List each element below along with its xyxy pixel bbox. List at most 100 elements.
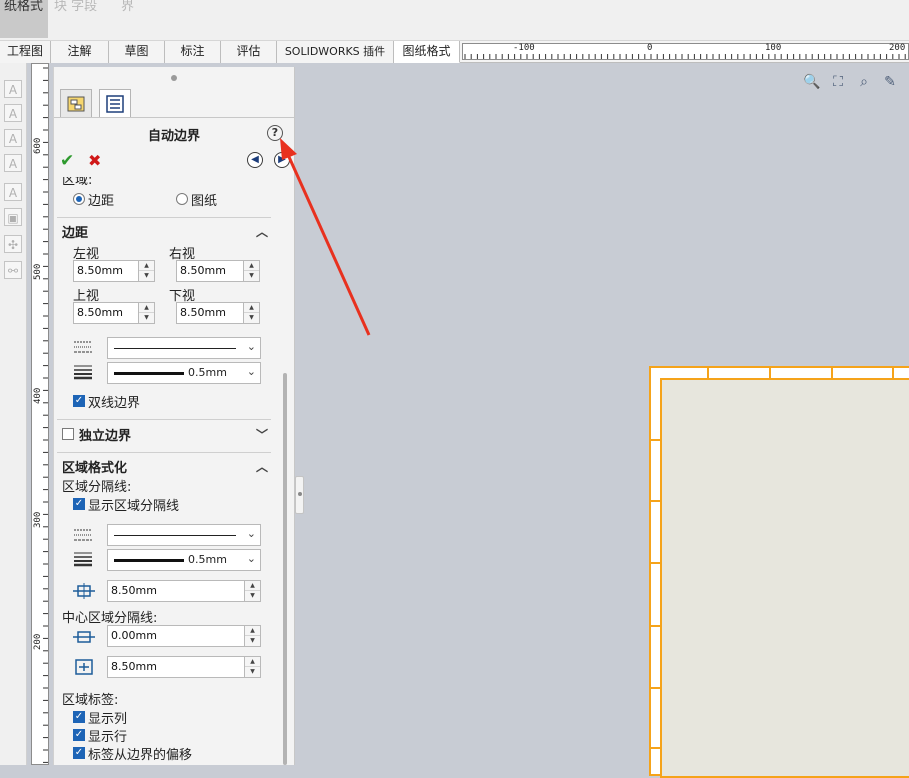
property-manager-panel: 自动边界 ? ✔ ✖ ◀ ▶ 区域: 边距 图纸 边距 ︿ 左视 右视 8.50… — [53, 67, 295, 765]
spin-buttons[interactable]: ▲ ▼ — [138, 261, 154, 281]
show-dividers-checkbox[interactable]: ✓ — [73, 498, 85, 510]
line-weight-value: 0.5mm — [188, 366, 227, 379]
show-columns-label[interactable]: 显示列 — [88, 708, 127, 727]
tab-drawing[interactable]: 工程图 — [0, 41, 51, 63]
block-icon[interactable]: ▣ — [4, 208, 22, 226]
label-offset-checkbox[interactable]: ✓ — [73, 747, 85, 759]
radio-sheet-label[interactable]: 图纸 — [191, 190, 217, 209]
spin-up-icon[interactable]: ▲ — [245, 581, 260, 591]
group-divider — [57, 452, 271, 453]
spin-buttons[interactable]: ▲ ▼ — [244, 657, 260, 677]
center-offset-input[interactable]: 0.00mm ▲ ▼ — [107, 625, 261, 647]
radio-margin-label[interactable]: 边距 — [88, 190, 114, 209]
double-border-label[interactable]: 双线边界 — [88, 392, 140, 411]
page-title: 自动边界 — [147, 129, 200, 144]
spin-down-icon[interactable]: ▼ — [244, 271, 259, 281]
datum-icon[interactable]: A — [4, 183, 22, 201]
zone-format-group-title[interactable]: 区域格式化 — [62, 457, 127, 476]
line-style-select[interactable]: ⌄ — [107, 337, 261, 359]
spin-up-icon[interactable]: ▲ — [244, 303, 259, 313]
label-offset-label[interactable]: 标签从边界的偏移 — [88, 744, 192, 763]
zoom-area-icon[interactable]: ⌕ — [854, 72, 874, 92]
spin-buttons[interactable]: ▲ ▼ — [138, 303, 154, 323]
zoom-icon[interactable]: 🔍 — [802, 72, 822, 92]
spin-buttons[interactable]: ▲ ▼ — [243, 261, 259, 281]
tab-sketch[interactable]: 草图 — [109, 41, 165, 63]
surface-finish-icon[interactable]: A — [4, 129, 22, 147]
left-margin-input[interactable]: 8.50mm ▲ ▼ — [73, 260, 155, 282]
chevron-down-icon[interactable]: ⌄ — [247, 365, 256, 378]
chevron-up-icon[interactable]: ︿ — [256, 458, 268, 475]
show-dividers-label[interactable]: 显示区域分隔线 — [88, 495, 179, 514]
tab-sheet-format[interactable]: 图纸格式 — [394, 41, 460, 63]
chevron-down-icon[interactable]: ﹀ — [256, 426, 268, 443]
line-weight-select[interactable]: 0.5mm ⌄ — [107, 362, 261, 384]
tab-solidworks-addins[interactable]: SOLIDWORKS 插件 — [277, 41, 394, 63]
margins-group-title[interactable]: 边距 — [62, 222, 88, 241]
spin-down-icon[interactable]: ▼ — [139, 313, 154, 323]
drawing-sheet-inner-area[interactable] — [660, 378, 909, 778]
drawing-sheet[interactable] — [649, 366, 909, 778]
weld-symbol-icon[interactable]: A — [4, 154, 22, 172]
spin-up-icon[interactable]: ▲ — [244, 261, 259, 271]
balloon-icon[interactable]: A — [4, 104, 22, 122]
group-divider — [57, 419, 271, 420]
show-rows-label[interactable]: 显示行 — [88, 726, 127, 745]
tab-annotation[interactable]: 注解 — [51, 41, 109, 63]
spin-up-icon[interactable]: ▲ — [139, 261, 154, 271]
spin-up-icon[interactable]: ▲ — [245, 626, 260, 636]
divider-line-style-select[interactable]: ⌄ — [107, 524, 261, 546]
tab-dimension[interactable]: 标注 — [165, 41, 221, 63]
ruler-label: -100 — [513, 43, 535, 53]
tab-feature-manager[interactable] — [60, 89, 92, 117]
vertical-ruler-label: 500 — [33, 263, 43, 280]
divider-offset-input[interactable]: 8.50mm ▲ ▼ — [107, 580, 261, 602]
show-columns-checkbox[interactable]: ✓ — [73, 711, 85, 723]
divider-line-weight-select[interactable]: 0.5mm ⌄ — [107, 549, 261, 571]
radio-sheet[interactable] — [176, 193, 188, 205]
vertical-ruler-label: 600 — [33, 137, 43, 154]
tab-evaluate[interactable]: 评估 — [221, 41, 277, 63]
spin-down-icon[interactable]: ▼ — [245, 591, 260, 601]
ok-check-icon[interactable]: ✔ — [60, 151, 74, 171]
panel-grip[interactable] — [171, 75, 177, 81]
spin-down-icon[interactable]: ▼ — [245, 636, 260, 646]
cancel-x-icon[interactable]: ✖ — [88, 151, 101, 170]
chevron-down-icon[interactable]: ⌄ — [247, 552, 256, 565]
show-rows-checkbox[interactable]: ✓ — [73, 729, 85, 741]
independent-border-checkbox[interactable] — [62, 428, 74, 440]
spin-buttons[interactable]: ▲ ▼ — [244, 581, 260, 601]
spin-buttons[interactable]: ▲ ▼ — [244, 626, 260, 646]
note-icon[interactable]: A — [4, 80, 22, 98]
panel-scrollbar[interactable] — [283, 373, 287, 765]
back-arrow-icon[interactable]: ◀ — [247, 152, 263, 168]
zoom-fit-icon[interactable]: ⛶ — [828, 72, 848, 92]
right-margin-input[interactable]: 8.50mm ▲ ▼ — [176, 260, 260, 282]
ribbon-active-command[interactable]: 纸格式 — [0, 0, 48, 38]
ribbon-faded-command-1[interactable]: 块 字段 — [54, 0, 97, 14]
tab-property-manager[interactable] — [99, 89, 131, 117]
ruler-label: 100 — [765, 43, 782, 53]
spin-down-icon[interactable]: ▼ — [139, 271, 154, 281]
spin-down-icon[interactable]: ▼ — [245, 667, 260, 677]
spin-down-icon[interactable]: ▼ — [244, 313, 259, 323]
panel-collapse-handle[interactable] — [295, 476, 304, 514]
spin-up-icon[interactable]: ▲ — [139, 303, 154, 313]
bottom-margin-input[interactable]: 8.50mm ▲ ▼ — [176, 302, 260, 324]
radio-margin[interactable] — [73, 193, 85, 205]
spin-buttons[interactable]: ▲ ▼ — [243, 303, 259, 323]
spin-up-icon[interactable]: ▲ — [245, 657, 260, 667]
link-icon[interactable]: ⚯ — [4, 261, 22, 279]
top-margin-input[interactable]: 8.50mm ▲ ▼ — [73, 302, 155, 324]
center-offset-value: 0.00mm — [111, 629, 157, 642]
independent-border-label[interactable]: 独立边界 — [79, 425, 131, 444]
chevron-down-icon[interactable]: ⌄ — [247, 527, 256, 540]
ribbon-faded-command-2[interactable]: 界 — [121, 0, 134, 14]
chevron-up-icon[interactable]: ︿ — [256, 223, 268, 240]
pan-icon[interactable]: ✎ — [880, 72, 900, 92]
view-toolbar: 🔍 ⛶ ⌕ ✎ — [802, 72, 909, 94]
chevron-down-icon[interactable]: ⌄ — [247, 340, 256, 353]
center-mark-icon[interactable]: ✣ — [4, 235, 22, 253]
double-border-checkbox[interactable]: ✓ — [73, 395, 85, 407]
center-length-input[interactable]: 8.50mm ▲ ▼ — [107, 656, 261, 678]
